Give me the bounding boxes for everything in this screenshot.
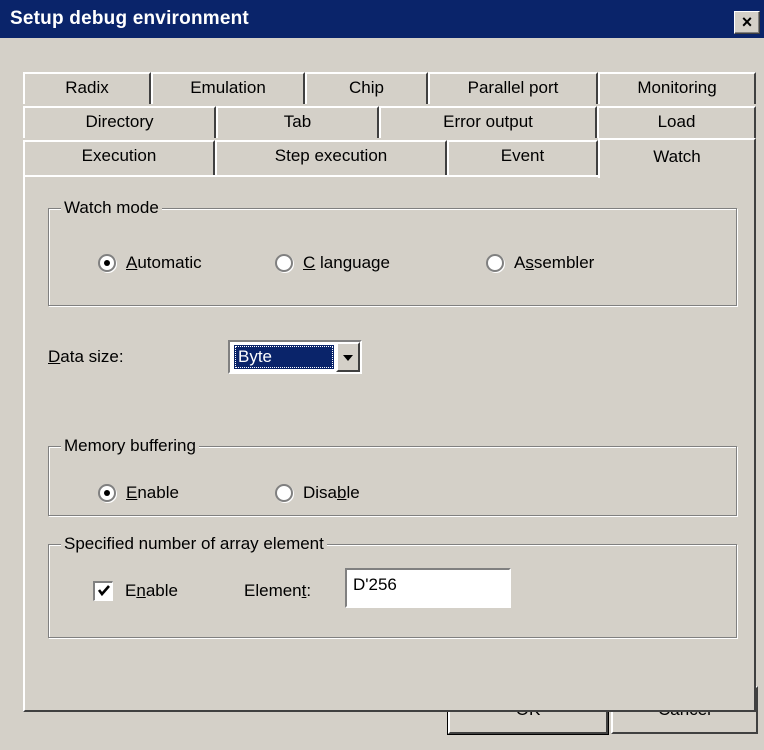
window-title: Setup debug environment	[10, 8, 249, 29]
radio-label: Disable	[303, 483, 360, 502]
memory-buffering-enable-radio[interactable]: Enable	[98, 482, 179, 504]
tab-label: Radix	[65, 78, 109, 97]
tab-label: Execution	[81, 146, 157, 165]
checkbox-label: Enable	[125, 581, 178, 600]
title-bar: Setup debug environment ×	[0, 0, 764, 38]
tab-emulation[interactable]: Emulation	[151, 72, 305, 104]
data-size-label: Data size:	[48, 347, 124, 366]
tab-label: Emulation	[190, 78, 266, 97]
tab-label: Load	[657, 112, 696, 131]
radio-unselected-icon	[275, 484, 293, 502]
tab-radix[interactable]: Radix	[23, 72, 151, 104]
tab-tab[interactable]: Tab	[216, 106, 379, 138]
tab-label: Chip	[349, 78, 384, 97]
element-input[interactable]: D'256	[345, 568, 511, 608]
tab-label: Error output	[443, 112, 533, 131]
checkmark-icon	[93, 581, 113, 601]
tab-directory[interactable]: Directory	[23, 106, 216, 138]
watch-mode-legend: Watch mode	[61, 197, 162, 219]
memory-buffering-legend: Memory buffering	[61, 435, 199, 457]
tab-label: Event	[500, 146, 545, 165]
array-element-legend: Specified number of array element	[61, 533, 327, 555]
data-size-select[interactable]: Byte	[228, 340, 362, 374]
element-label: Element:	[244, 581, 312, 600]
radio-selected-icon	[98, 484, 116, 502]
radio-label: Assembler	[514, 253, 595, 272]
tab-label: Tab	[283, 112, 312, 131]
radio-unselected-icon	[275, 254, 293, 272]
memory-buffering-group: Memory buffering	[48, 435, 737, 516]
memory-buffering-disable-radio[interactable]: Disable	[275, 482, 360, 504]
tab-step-execution[interactable]: Step execution	[215, 140, 447, 176]
tab-watch[interactable]: Watch	[598, 138, 756, 178]
tab-label: Directory	[85, 112, 154, 131]
watch-mode-assembler-radio[interactable]: Assembler	[486, 252, 594, 274]
radio-label: Enable	[126, 483, 179, 502]
close-button[interactable]: ×	[734, 11, 760, 34]
tab-execution[interactable]: Execution	[23, 140, 215, 176]
tab-error-output[interactable]: Error output	[379, 106, 597, 138]
tab-chip[interactable]: Chip	[305, 72, 428, 104]
radio-unselected-icon	[486, 254, 504, 272]
data-size-value: Byte	[234, 345, 334, 369]
tab-label: Parallel port	[467, 78, 559, 97]
close-icon: ×	[741, 12, 753, 32]
tab-monitoring[interactable]: Monitoring	[598, 72, 756, 104]
tab-label: Step execution	[274, 146, 388, 165]
radio-selected-icon	[98, 254, 116, 272]
tab-load[interactable]: Load	[597, 106, 756, 138]
array-element-enable-checkbox[interactable]: Enable	[93, 580, 178, 602]
watch-mode-c-language-radio[interactable]: C language	[275, 252, 390, 274]
radio-label: Automatic	[126, 253, 202, 272]
tab-label: Monitoring	[637, 78, 717, 97]
tab-event[interactable]: Event	[447, 140, 598, 176]
watch-mode-automatic-radio[interactable]: Automatic	[98, 252, 202, 274]
radio-label: C language	[303, 253, 390, 272]
tab-label: Watch	[653, 147, 701, 166]
chevron-down-icon[interactable]	[336, 342, 360, 372]
tab-parallel-port[interactable]: Parallel port	[428, 72, 598, 104]
